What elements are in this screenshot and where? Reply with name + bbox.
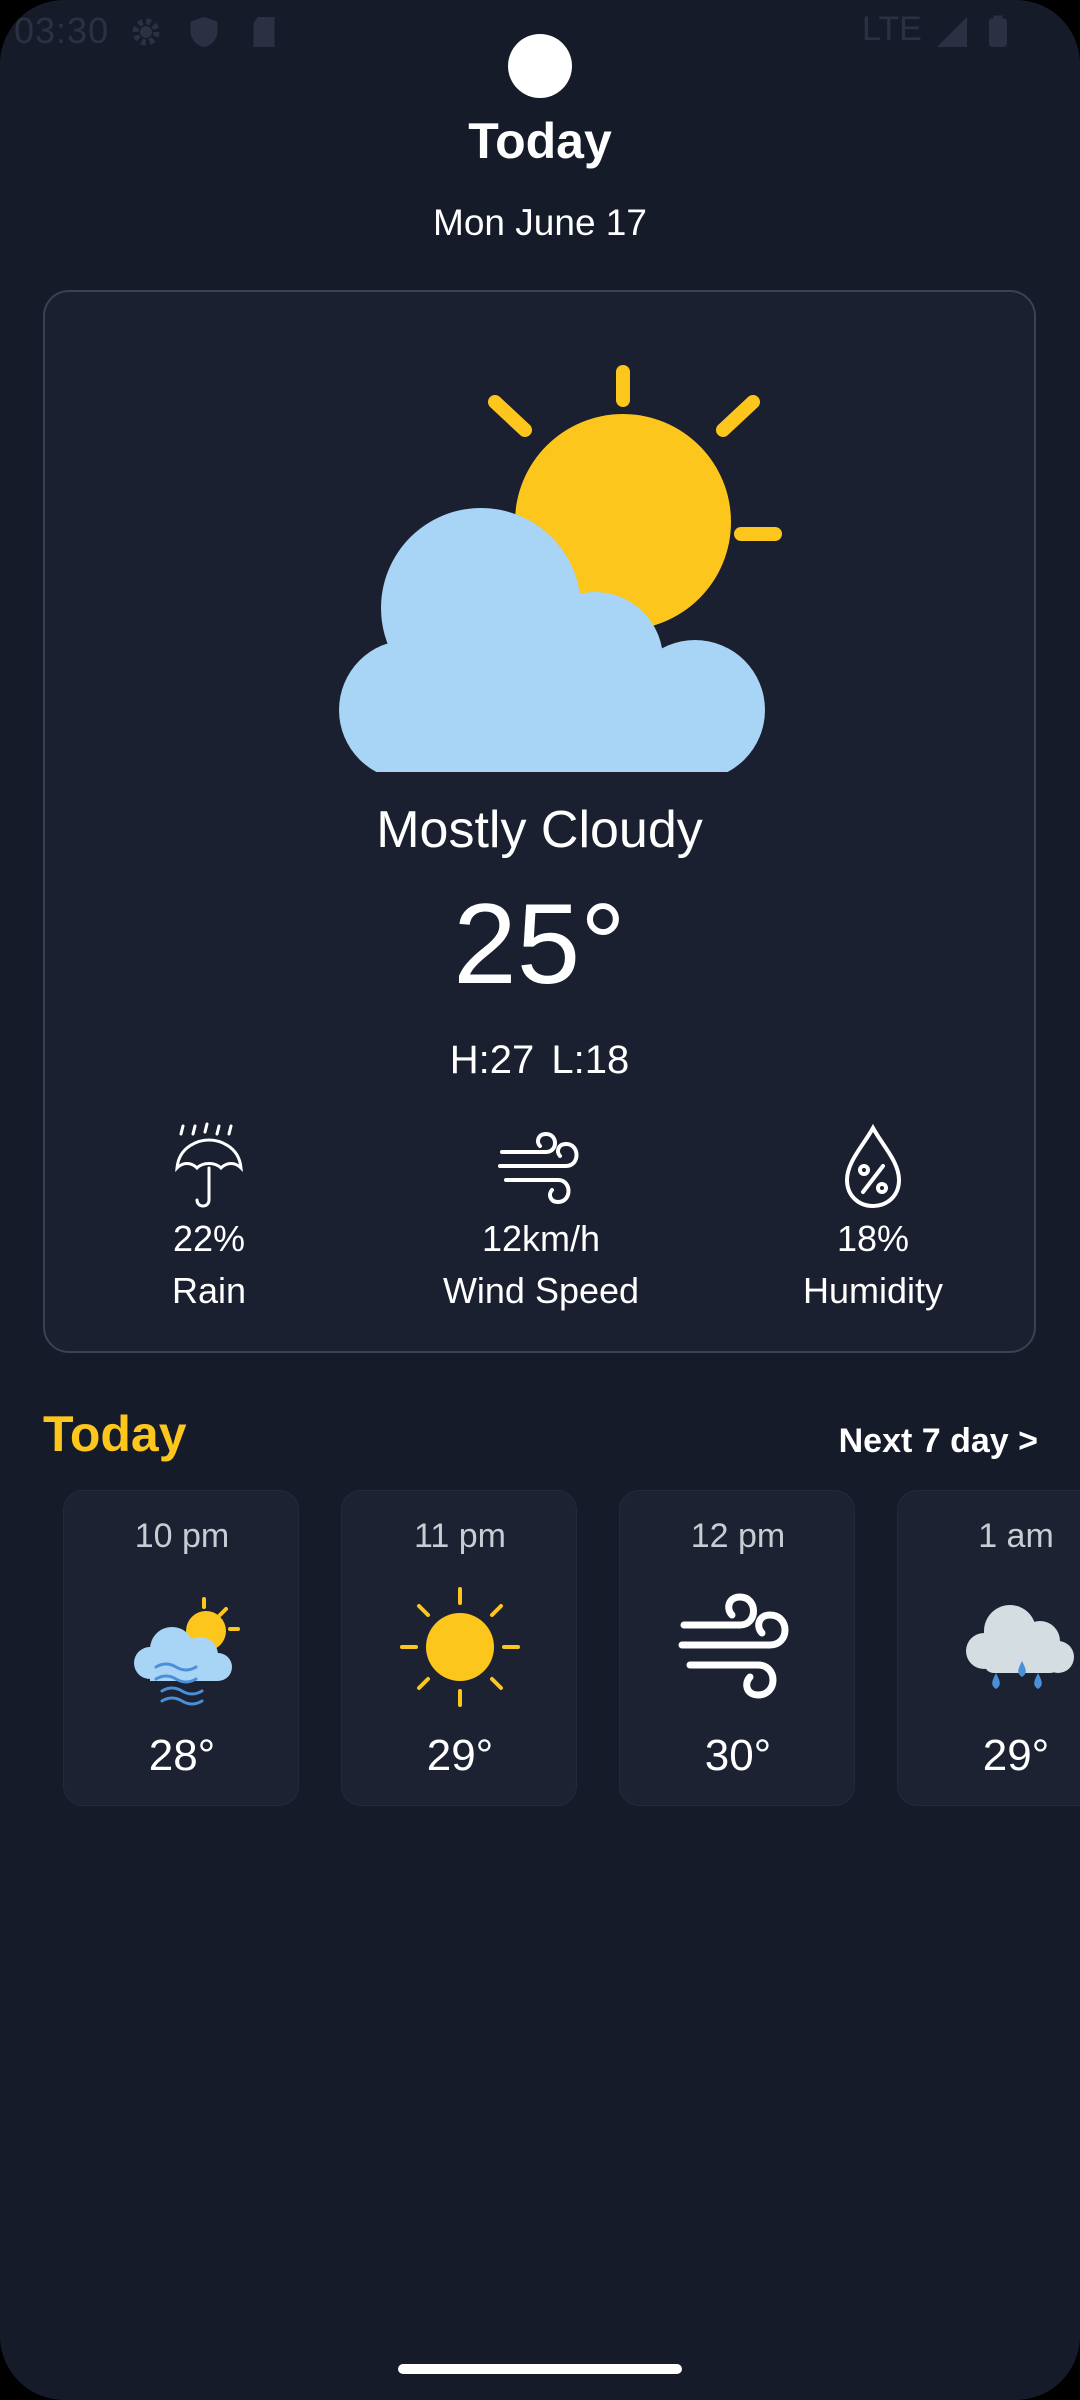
humidity-value: 18% [836,1218,910,1259]
hour-time: 12 pm [690,1517,786,1555]
humidity-stat: 18% Humidity [723,1122,1023,1312]
network-type: LTE [862,10,922,48]
wind-stat: 12km/h Wind Speed [391,1122,691,1312]
wind-icon [678,1593,789,1699]
current-temperature: 25° [453,881,626,1008]
humidity-label: Humidity [802,1270,944,1311]
home-indicator[interactable] [398,2364,682,2374]
high-low-temperature: H:27 L:18 [449,1038,630,1082]
wind-label: Wind Speed [442,1270,640,1311]
wind-value: 12km/h [481,1218,601,1259]
umbrella-rain-icon [175,1122,243,1208]
hour-temp: 29° [426,1731,494,1780]
hourly-section-title: Today [43,1406,187,1462]
signal-icon [937,17,967,47]
hourly-card[interactable]: 1 am 29° [897,1490,1080,1806]
hour-time: 11 pm [414,1517,506,1555]
camera-cutout [508,34,572,98]
hour-time: 10 pm [134,1517,230,1555]
hourly-card[interactable]: 10 pm 28° [63,1490,299,1806]
hour-temp: 30° [704,1731,772,1780]
weather-screen: 03:30 LTE Today Mon June 17 Mostly Cloud… [0,0,1080,2400]
page-title: Today [468,113,612,169]
current-weather-card: Mostly Cloudy 25° H:27 L:18 22% Rain 12k… [43,290,1036,1353]
condition-text: Mostly Cloudy [376,801,703,859]
humidity-drop-icon [844,1123,902,1209]
status-time: 03:30 [14,10,110,51]
sun-icon [400,1587,520,1707]
sd-card-icon [253,17,275,47]
fog-sun-icon [134,1597,240,1706]
shield-icon [190,17,218,47]
page-date: Mon June 17 [433,202,647,243]
hour-time: 1 am [978,1517,1054,1555]
rain-label: Rain [171,1270,247,1311]
hourly-card[interactable]: 11 pm 29° [341,1490,577,1806]
settings-icon [132,18,160,46]
rain-value: 22% [172,1218,246,1259]
next-7-days-link[interactable]: Next 7 day > [839,1422,1038,1461]
rain-cloud-icon [966,1605,1074,1689]
battery-icon [989,15,1007,47]
hour-temp: 29° [982,1731,1050,1780]
hour-temp: 28° [148,1731,216,1780]
hourly-card[interactable]: 12 pm 30° [619,1490,855,1806]
wind-icon [498,1131,579,1205]
partly-cloudy-icon [339,365,782,772]
rain-stat: 22% Rain [59,1122,359,1312]
